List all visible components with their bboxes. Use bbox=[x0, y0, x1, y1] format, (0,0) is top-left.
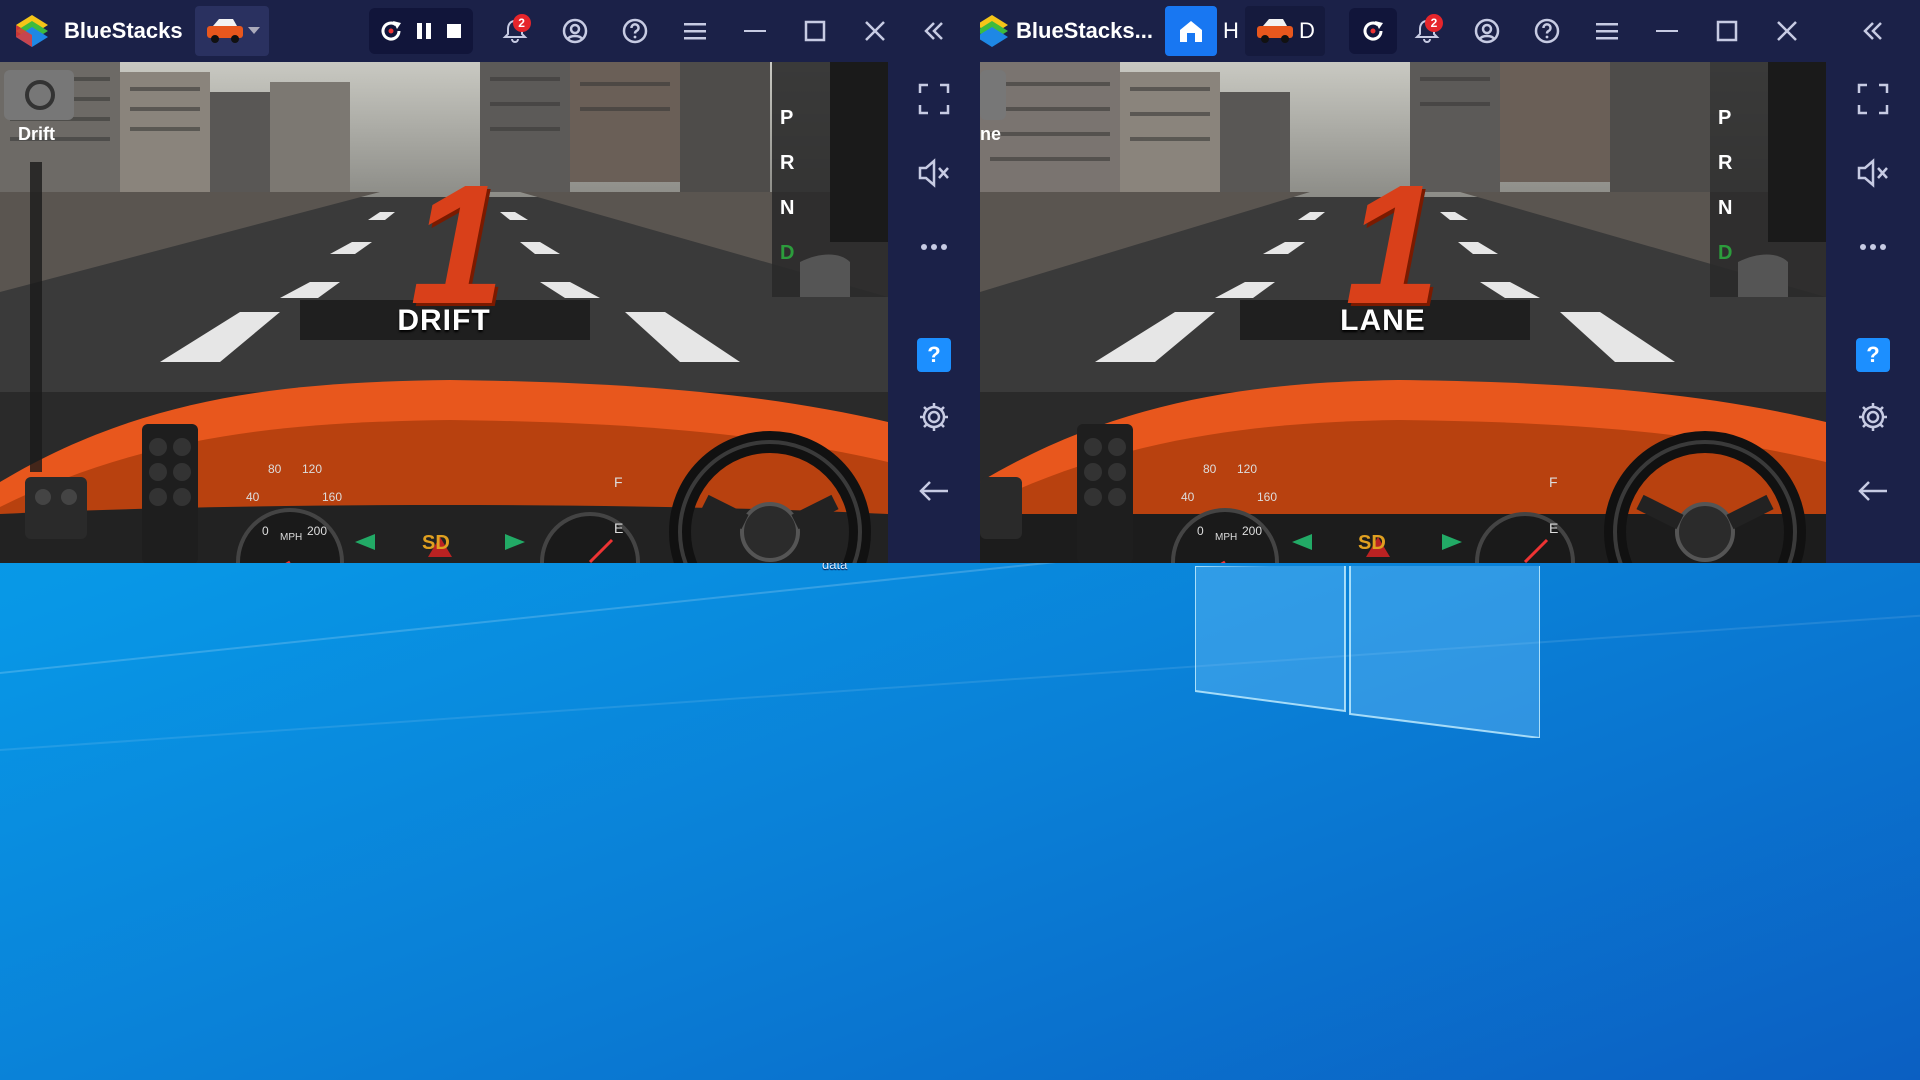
fullscreen-icon bbox=[918, 83, 950, 115]
help-circle-icon bbox=[1534, 18, 1560, 44]
help-button[interactable] bbox=[1517, 0, 1577, 62]
settings-icon bbox=[920, 403, 948, 431]
more-button[interactable] bbox=[888, 210, 980, 284]
account-icon bbox=[1474, 18, 1500, 44]
macro-controls bbox=[1348, 8, 1397, 54]
maximize-icon bbox=[1716, 20, 1738, 42]
mute-button[interactable] bbox=[1827, 136, 1919, 210]
game-viewport[interactable]: 1 DRIFT P R N D 80 120 40 160 0 200 MPH … bbox=[0, 62, 888, 563]
fullscreen-button[interactable] bbox=[1827, 62, 1919, 136]
car-tab-icon bbox=[206, 19, 243, 43]
windows-logo bbox=[1195, 566, 1540, 738]
right-sidebar: ? bbox=[1826, 62, 1920, 563]
game-mode-label: DRIFT bbox=[397, 304, 491, 337]
mute-icon bbox=[918, 158, 949, 188]
game-viewport[interactable]: 1 LANE P R N D 80 120 40 160 0 200 MPH F… bbox=[980, 62, 1826, 563]
help-icon: ? bbox=[917, 338, 951, 372]
back-button[interactable] bbox=[1827, 454, 1919, 528]
game-tab-car[interactable] bbox=[194, 6, 269, 56]
camera-label[interactable]: ne bbox=[980, 124, 1001, 145]
gear-r: R bbox=[780, 152, 795, 174]
back-icon bbox=[919, 481, 948, 501]
gear-n: N bbox=[1718, 197, 1733, 219]
notification-badge: 2 bbox=[1424, 14, 1443, 32]
settings-button[interactable] bbox=[888, 380, 980, 454]
camera-label[interactable]: Drift bbox=[18, 124, 55, 145]
account-button[interactable] bbox=[545, 0, 605, 62]
fullscreen-button[interactable] bbox=[888, 62, 980, 136]
gear-n: N bbox=[780, 197, 795, 219]
refresh-icon[interactable] bbox=[379, 19, 403, 43]
mute-icon bbox=[1857, 158, 1888, 188]
bluestacks-logo bbox=[980, 15, 1008, 47]
account-icon bbox=[562, 18, 587, 44]
bluestacks-window-left: BlueStacks 2 1 DRIFT P R N D 80 120 40 1… bbox=[0, 0, 980, 563]
help-circle-icon bbox=[622, 18, 647, 44]
gear-p: P bbox=[780, 107, 794, 129]
app-title: BlueStacks... bbox=[1016, 18, 1153, 43]
menu-icon bbox=[1595, 23, 1618, 40]
back-icon bbox=[1858, 481, 1887, 501]
more-icon bbox=[1860, 244, 1886, 250]
maximize-button[interactable] bbox=[1697, 0, 1757, 62]
more-icon bbox=[921, 244, 947, 250]
refresh-icon[interactable] bbox=[1361, 19, 1385, 43]
close-button[interactable] bbox=[1757, 0, 1817, 62]
maximize-icon bbox=[804, 20, 825, 42]
collapse-icon bbox=[1863, 22, 1882, 40]
notifications-button[interactable]: 2 bbox=[1397, 0, 1457, 62]
menu-button[interactable] bbox=[665, 0, 725, 62]
minimize-icon bbox=[743, 30, 766, 32]
bluestacks-logo bbox=[16, 15, 48, 47]
sidebar-buttons: ? bbox=[888, 62, 980, 528]
home-icon bbox=[1179, 21, 1202, 42]
titlebar: BlueStacks... H D 2 bbox=[980, 0, 1920, 62]
stop-icon[interactable] bbox=[445, 22, 463, 40]
car-tab-icon bbox=[1256, 19, 1293, 43]
account-button[interactable] bbox=[1457, 0, 1517, 62]
collapse-sidebar-button[interactable] bbox=[888, 0, 980, 62]
brand-logo: SD bbox=[1358, 532, 1386, 554]
collapse-icon bbox=[924, 22, 943, 40]
collapse-sidebar-button[interactable] bbox=[1826, 0, 1920, 62]
bluestacks-window-right: BlueStacks... H D 2 1 LANE P R N D 80 12… bbox=[980, 0, 1920, 563]
home-tab-label[interactable]: H bbox=[1217, 18, 1245, 44]
gear-d[interactable]: D bbox=[780, 242, 794, 265]
game-tab-label: D bbox=[1299, 18, 1315, 43]
chevron-down-icon bbox=[247, 27, 260, 34]
macro-controls bbox=[368, 8, 473, 54]
notifications-button[interactable]: 2 bbox=[485, 0, 545, 62]
close-icon bbox=[1777, 21, 1797, 41]
game-tab-car[interactable]: D bbox=[1244, 6, 1325, 56]
minimize-button[interactable] bbox=[1637, 0, 1697, 62]
game-help-button[interactable]: ? bbox=[1827, 330, 1919, 380]
fullscreen-icon bbox=[1857, 83, 1889, 115]
close-icon bbox=[864, 21, 885, 41]
notification-badge: 2 bbox=[512, 14, 531, 32]
app-title: BlueStacks bbox=[64, 18, 183, 43]
game-help-button[interactable]: ? bbox=[888, 330, 980, 380]
menu-icon bbox=[683, 23, 706, 40]
help-icon: ? bbox=[1856, 338, 1890, 372]
gear-r: R bbox=[1718, 152, 1733, 174]
settings-icon bbox=[1859, 403, 1887, 431]
gear-p: P bbox=[1718, 107, 1732, 129]
menu-button[interactable] bbox=[1577, 0, 1637, 62]
settings-button[interactable] bbox=[1827, 380, 1919, 454]
desktop-background bbox=[0, 563, 1920, 1080]
home-tab[interactable] bbox=[1164, 6, 1217, 56]
back-button[interactable] bbox=[888, 454, 980, 528]
game-mode-label: LANE bbox=[1340, 304, 1426, 337]
brand-logo: SD bbox=[422, 532, 450, 554]
pause-icon[interactable] bbox=[415, 21, 433, 41]
maximize-button[interactable] bbox=[785, 0, 845, 62]
titlebar: BlueStacks 2 bbox=[0, 0, 980, 62]
more-button[interactable] bbox=[1827, 210, 1919, 284]
minimize-button[interactable] bbox=[725, 0, 785, 62]
mute-button[interactable] bbox=[888, 136, 980, 210]
gear-d[interactable]: D bbox=[1718, 242, 1732, 265]
minimize-icon bbox=[1655, 30, 1678, 32]
help-button[interactable] bbox=[605, 0, 665, 62]
